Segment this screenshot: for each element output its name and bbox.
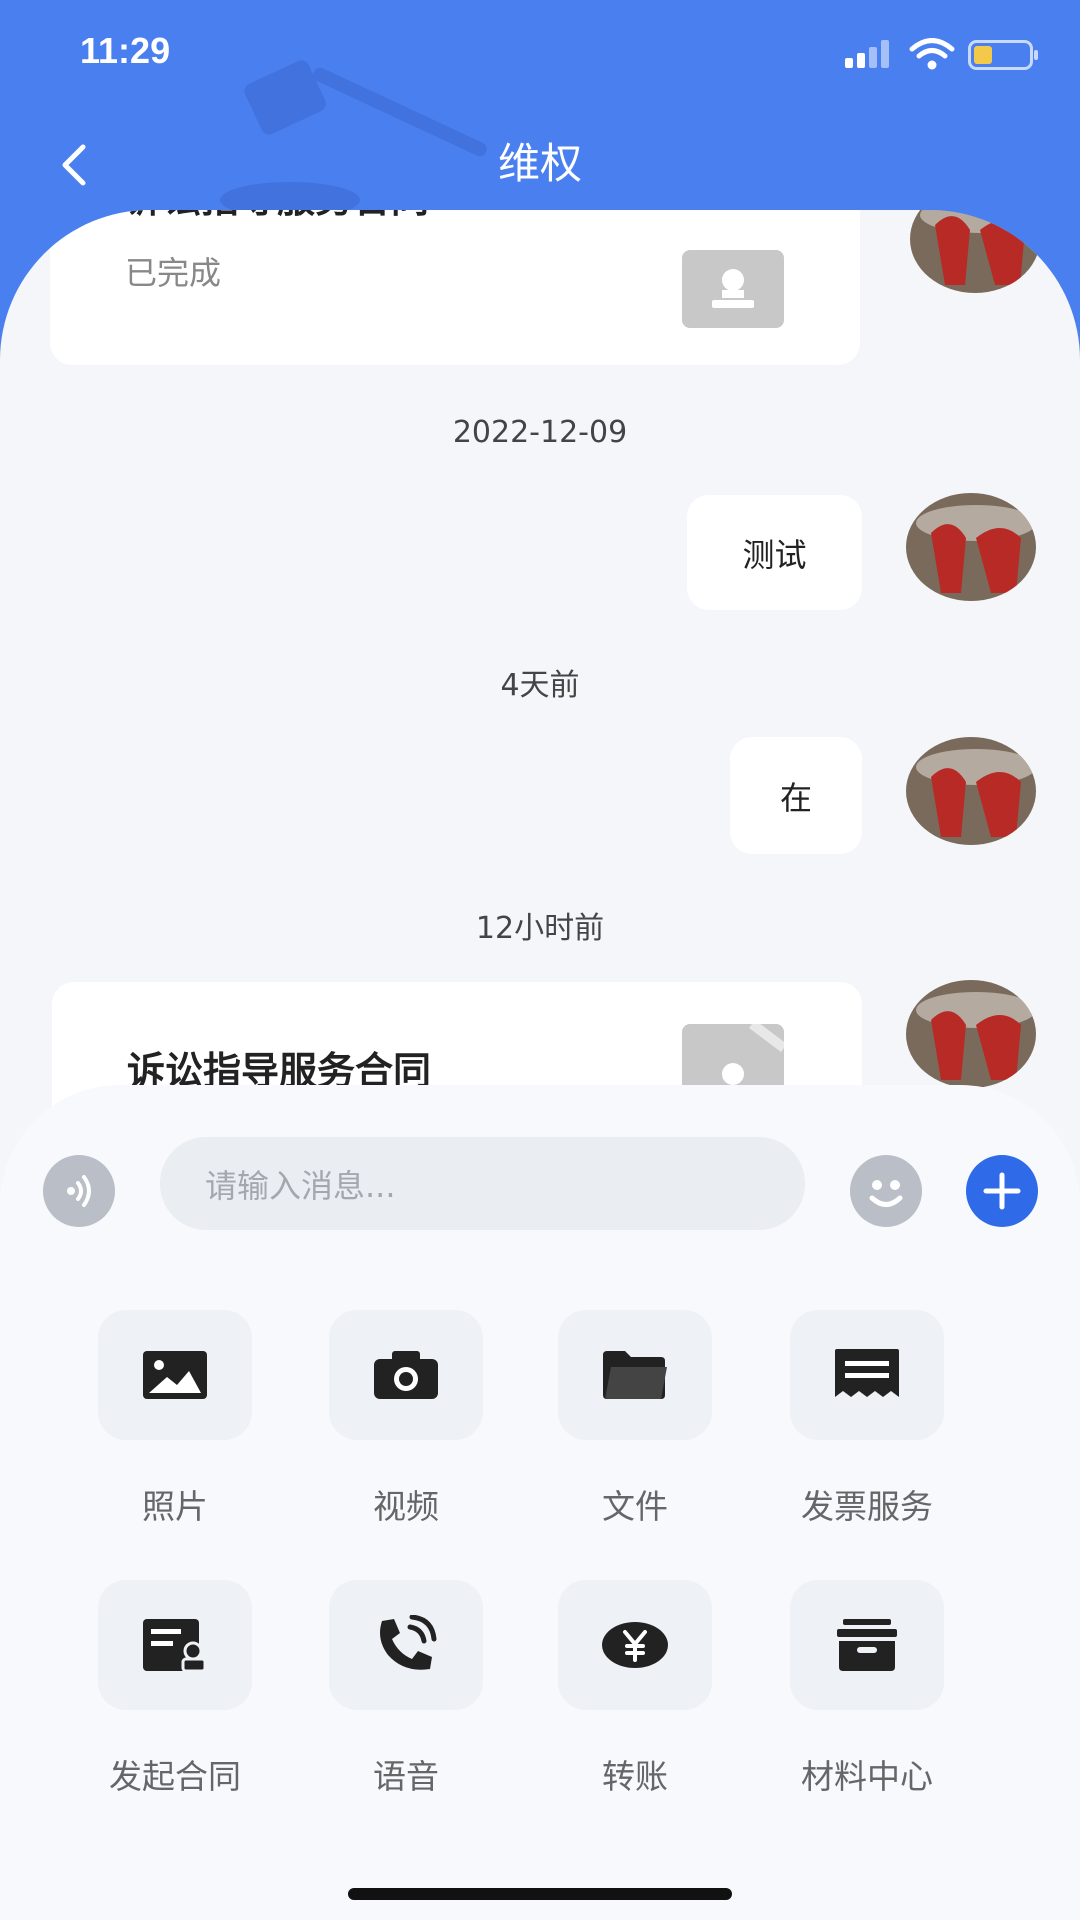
page-title: 维权 [497,139,582,188]
avatar[interactable] [906,493,1036,601]
yuan-icon [602,1622,668,1668]
contract-card-status: 已完成 [125,254,222,292]
photo-icon [143,1351,207,1399]
input-panel: 请输入消息... 照片 视频 文件 发票服务 发起合同 语音 转账 材料中心 [0,1085,1080,1920]
avatar[interactable] [906,980,1036,1088]
invoice-icon [835,1349,899,1397]
contract-stamp-icon [682,250,784,328]
avatar[interactable] [906,737,1036,845]
plus-button[interactable] [966,1155,1038,1227]
phone-icon [380,1615,437,1670]
tool-label: 语音 [373,1757,439,1796]
contract-card[interactable]: 诉讼指导服务合同 已完成 [50,210,860,365]
status-time: 11:29 [80,30,171,71]
message-input-placeholder: 请输入消息... [205,1166,396,1205]
avatar[interactable] [910,210,1040,293]
message-timestamp: 2022-12-09 [452,415,628,450]
home-indicator[interactable] [348,1888,732,1900]
tool-label: 发起合同 [109,1757,241,1796]
message-timestamp: 4天前 [500,668,580,703]
battery-icon [968,40,1038,70]
chat-area[interactable]: 诉讼指导服务合同 已完成 2022-12-09 测试 4天前 在 [0,210,1080,1110]
contract-card-title: 诉讼指导服务合同 [125,210,429,223]
signal-icon [845,40,889,68]
emoji-icon [869,1180,903,1207]
contract-icon [143,1619,207,1673]
tool-label: 材料中心 [801,1757,933,1796]
tool-label: 文件 [602,1487,668,1526]
camera-icon [374,1351,438,1399]
tool-label: 视频 [373,1487,439,1526]
tool-label: 转账 [602,1757,668,1796]
message-timestamp: 12小时前 [475,911,605,946]
message-bubble[interactable]: 测试 [687,495,862,610]
message-bubble[interactable]: 在 [730,737,862,854]
tool-label: 照片 [142,1487,208,1526]
tool-label: 发票服务 [801,1487,933,1526]
voice-button[interactable] [43,1155,115,1227]
message-input[interactable]: 请输入消息... [160,1137,805,1230]
status-bar: 11:29 [0,0,1080,110]
archive-icon [837,1619,897,1671]
plus-icon [983,1172,1021,1210]
folder-icon [603,1351,667,1399]
wifi-icon [909,38,955,70]
voice-icon [67,1175,91,1207]
emoji-button[interactable] [850,1155,922,1227]
